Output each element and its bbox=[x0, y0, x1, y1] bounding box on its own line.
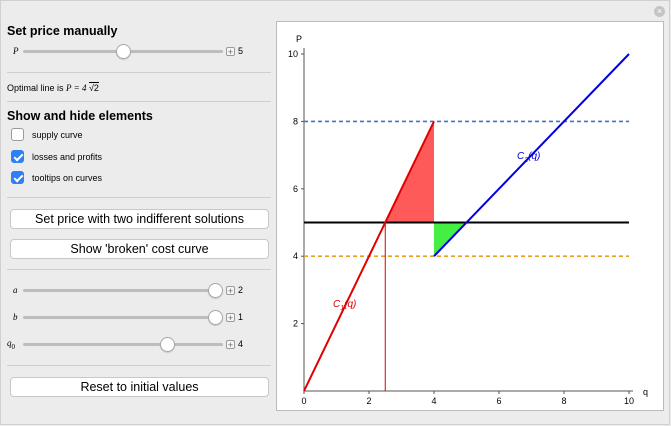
x-tick-label: 0 bbox=[301, 396, 306, 406]
price-slider-label: P bbox=[13, 46, 19, 56]
y-axis-label: P bbox=[296, 34, 302, 44]
optimal-expr: P = 4 bbox=[66, 83, 87, 93]
price-value: 5 bbox=[238, 46, 244, 56]
b-plus-icon[interactable]: + bbox=[226, 313, 235, 323]
section-title-manual: Set price manually bbox=[7, 24, 118, 38]
b-slider-track[interactable] bbox=[23, 316, 223, 319]
x-tick-label: 10 bbox=[624, 396, 634, 406]
q0-sub: 0 bbox=[11, 342, 16, 351]
optimal-sqrt: √2 bbox=[88, 83, 99, 93]
supply-curve-checkbox[interactable] bbox=[11, 128, 24, 141]
losses-profits-label: losses and profits bbox=[32, 152, 103, 162]
b-slider-label: b bbox=[13, 312, 18, 322]
x-tick-label: 4 bbox=[431, 396, 436, 406]
reset-button[interactable]: Reset to initial values bbox=[10, 377, 269, 397]
q0-slider-track[interactable] bbox=[23, 343, 223, 346]
control-panel: Set price manually P + 5 Optimal line is… bbox=[1, 1, 273, 426]
y-tick-label: 6 bbox=[293, 184, 298, 194]
x-axis-label: q bbox=[643, 387, 648, 397]
cost-chart: 0 2 4 6 8 10 2 4 6 8 10 q P C1(q) C2(q) bbox=[288, 34, 648, 406]
plot-panel: 0 2 4 6 8 10 2 4 6 8 10 q P C1(q) C2(q) bbox=[276, 21, 664, 411]
price-slider-thumb[interactable] bbox=[115, 44, 131, 59]
broken-cost-button[interactable]: Show 'broken' cost curve bbox=[10, 239, 269, 259]
divider bbox=[7, 197, 271, 198]
x-tick-label: 2 bbox=[366, 396, 371, 406]
q0-value: 4 bbox=[238, 339, 244, 349]
a-slider-label: a bbox=[13, 285, 18, 295]
app-window: × Set price manually P + 5 Optimal line … bbox=[0, 0, 670, 425]
b-value: 1 bbox=[238, 312, 244, 322]
section-title-elements: Show and hide elements bbox=[7, 109, 153, 123]
divider bbox=[7, 72, 271, 73]
supply-curve-label: supply curve bbox=[32, 130, 83, 140]
losses-profits-checkbox[interactable] bbox=[11, 150, 24, 163]
x-tick-label: 6 bbox=[496, 396, 501, 406]
x-tick-label: 8 bbox=[561, 396, 566, 406]
y-tick-label: 8 bbox=[293, 116, 298, 126]
c1-series-label: C1(q) bbox=[333, 299, 356, 312]
q0-slider-label: q0 bbox=[7, 338, 15, 351]
y-tick-label: 2 bbox=[293, 319, 298, 329]
price-plus-icon[interactable]: + bbox=[226, 47, 235, 57]
c2-series-label: C2(q) bbox=[517, 151, 540, 164]
a-slider-track[interactable] bbox=[23, 289, 223, 292]
two-solutions-button[interactable]: Set price with two indifferent solutions bbox=[10, 209, 269, 229]
a-plus-icon[interactable]: + bbox=[226, 286, 235, 296]
b-slider-thumb[interactable] bbox=[207, 310, 223, 325]
optimal-line-text: Optimal line is P = 4 √2 bbox=[7, 83, 99, 93]
y-tick-label: 4 bbox=[293, 251, 298, 261]
y-tick-label: 10 bbox=[288, 49, 298, 59]
a-value: 2 bbox=[238, 285, 244, 295]
q0-slider-thumb[interactable] bbox=[159, 337, 175, 352]
divider bbox=[7, 269, 271, 270]
a-slider-thumb[interactable] bbox=[207, 283, 223, 298]
tooltips-checkbox[interactable] bbox=[11, 171, 24, 184]
optimal-prefix: Optimal line is bbox=[7, 83, 64, 93]
q0-plus-icon[interactable]: + bbox=[226, 340, 235, 350]
divider bbox=[7, 365, 271, 366]
divider bbox=[7, 101, 271, 102]
c1-cost-line bbox=[303, 120, 435, 392]
tooltips-label: tooltips on curves bbox=[32, 173, 103, 183]
close-icon[interactable]: × bbox=[654, 6, 665, 17]
